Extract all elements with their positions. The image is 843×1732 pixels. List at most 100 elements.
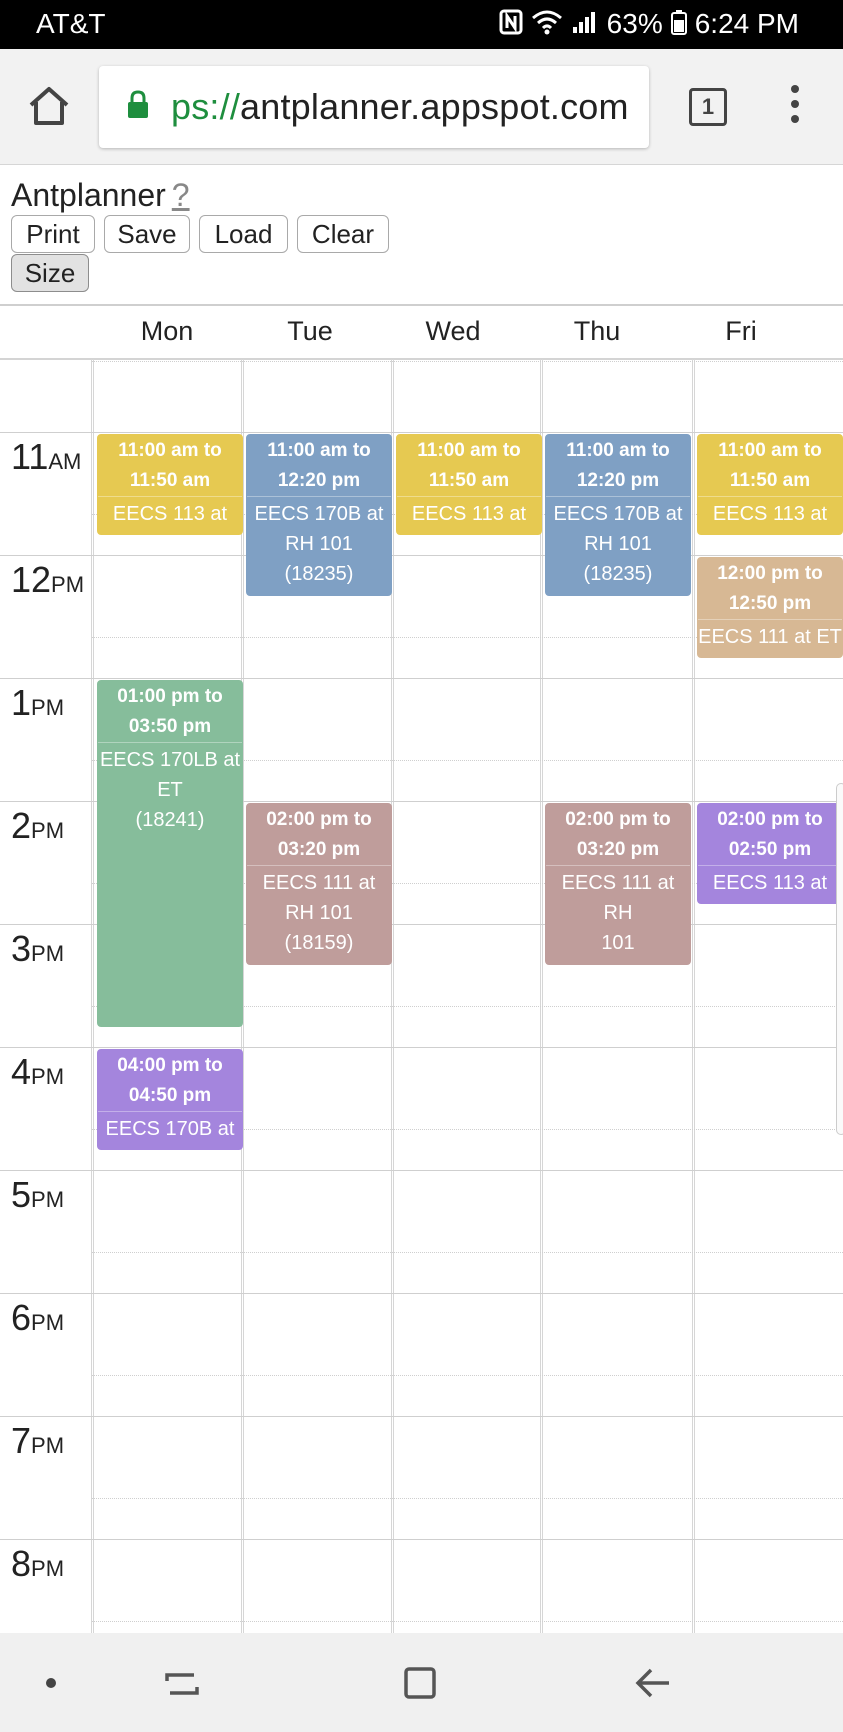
hour-label: 1PM [11, 682, 91, 724]
event-block[interactable]: 11:00 am to 11:50 am EECS 113 at [697, 434, 843, 535]
help-link[interactable]: ? [172, 177, 190, 213]
event-course: EECS 111 at RH 101 (18159) [546, 866, 690, 964]
hour-label: 5PM [11, 1174, 91, 1216]
half-hour-line [92, 360, 843, 362]
half-hour-line [92, 1497, 843, 1499]
home-square-icon[interactable] [400, 1663, 440, 1708]
status-icons: 63% 6:24 PM [499, 8, 799, 40]
event-time-start: 01:00 pm to [117, 686, 223, 707]
event-block[interactable]: 02:00 pm to 03:20 pm EECS 111 at RH 101 (181… [246, 803, 392, 965]
event-course-line: EECS 111 at RH [561, 872, 675, 924]
browser-toolbar: ps://antplanner.appspot.com 1 [0, 49, 843, 165]
url-text[interactable]: ps://antplanner.appspot.com [171, 86, 629, 128]
hour-label: 8PM [11, 1543, 91, 1585]
hour-meridiem: PM [31, 1187, 65, 1212]
hour-number: 8 [11, 1543, 32, 1584]
tab-switcher-button[interactable]: 1 [689, 88, 727, 126]
signal-icon [571, 9, 599, 39]
event-course-line: EECS 113 at [712, 503, 828, 525]
scrollbar-thumb[interactable] [836, 783, 843, 1135]
hour-label: 2PM [11, 805, 91, 847]
event-time-end: 12:20 pm [277, 470, 361, 491]
recent-apps-icon[interactable] [162, 1663, 202, 1708]
column-divider [91, 359, 94, 1633]
event-block[interactable]: 02:00 pm to 02:50 pm EECS 113 at [697, 803, 843, 904]
size-button[interactable]: Size [11, 254, 89, 292]
event-block[interactable]: 11:00 am to 12:20 pm EECS 170B at RH 101 (18… [545, 434, 691, 596]
hour-line [0, 678, 843, 679]
url-scheme: ps:// [171, 86, 241, 127]
event-time: 11:00 am to 11:50 am [397, 435, 541, 497]
event-time-start: 02:00 pm to [266, 809, 372, 830]
event-time-start: 11:00 am to [267, 440, 371, 461]
battery-icon [670, 9, 687, 39]
event-course: EECS 170B at RH 101 (18235) [546, 497, 690, 589]
hour-meridiem: PM [31, 1064, 65, 1089]
event-time: 01:00 pm to 03:50 pm [98, 681, 242, 743]
event-section-code: (18241) [135, 809, 205, 831]
event-block[interactable]: 02:00 pm to 03:20 pm EECS 111 at RH 101 (181… [545, 803, 691, 965]
hour-meridiem: PM [31, 818, 65, 843]
event-course-line: EECS 113 at [712, 872, 828, 894]
event-time-end: 11:50 am [428, 470, 510, 491]
hour-label: 11AM [11, 436, 91, 478]
event-course: EECS 111 at ET [698, 620, 842, 652]
event-time: 02:00 pm to 02:50 pm [698, 804, 842, 866]
app-name: Antplanner [11, 177, 166, 213]
home-icon[interactable] [26, 83, 72, 129]
event-block[interactable]: 11:00 am to 11:50 am EECS 113 at [97, 434, 243, 535]
back-arrow-icon[interactable] [633, 1663, 673, 1708]
more-vert-icon[interactable] [780, 85, 810, 129]
event-course-line: EECS 170B at [105, 1118, 235, 1140]
event-time: 11:00 am to 12:20 pm [546, 435, 690, 497]
nav-dot-icon[interactable] [46, 1678, 56, 1688]
hour-number: 11 [11, 436, 49, 477]
hour-line [0, 555, 843, 556]
event-course: EECS 170B at [98, 1112, 242, 1144]
save-button[interactable]: Save [104, 215, 190, 253]
hour-meridiem: PM [31, 695, 65, 720]
event-course: EECS 113 at [98, 497, 242, 529]
address-bar[interactable]: ps://antplanner.appspot.com [99, 66, 649, 148]
event-location: RH 101 [584, 533, 652, 555]
event-time-start: 02:00 pm to [565, 809, 671, 830]
hour-meridiem: AM [48, 449, 82, 474]
day-header-tue: Tue [287, 316, 333, 346]
event-course: EECS 113 at [397, 497, 541, 529]
event-time: 02:00 pm to 03:20 pm [247, 804, 391, 866]
event-time-end: 02:50 pm [728, 839, 812, 860]
hour-meridiem: PM [31, 1310, 65, 1335]
event-block[interactable]: 04:00 pm to 04:50 pm EECS 170B at [97, 1049, 243, 1150]
event-block[interactable]: 01:00 pm to 03:50 pm EECS 170LB at ET (18241… [97, 680, 243, 1027]
column-divider [540, 359, 543, 1633]
event-time-end: 11:50 am [729, 470, 811, 491]
week-calendar: Mon Tue Wed Thu Fri 11AM 12PM 1PM 2PM 3PM 4PM… [0, 304, 843, 1633]
event-course-line: EECS 170B at [553, 503, 683, 525]
event-time-start: 11:00 am to [417, 440, 521, 461]
hour-number: 3 [11, 928, 32, 969]
event-block[interactable]: 11:00 am to 11:50 am EECS 113 at [396, 434, 542, 535]
clear-button[interactable]: Clear [297, 215, 389, 253]
nfc-icon [499, 9, 523, 39]
event-time-end: 03:20 pm [576, 839, 660, 860]
day-header-wed: Wed [425, 316, 481, 346]
event-block[interactable]: 11:00 am to 12:20 pm EECS 170B at RH 101 (18… [246, 434, 392, 596]
hour-meridiem: PM [31, 1433, 65, 1458]
hour-label: 4PM [11, 1051, 91, 1093]
event-course: EECS 170B at RH 101 (18235) [247, 497, 391, 589]
event-course: EECS 170LB at ET (18241) [98, 743, 242, 835]
load-button[interactable]: Load [199, 215, 288, 253]
day-header-thu: Thu [573, 316, 621, 346]
print-button[interactable]: Print [11, 215, 95, 253]
event-section-code: (18159) [546, 958, 690, 964]
event-time-end: 04:50 pm [128, 1085, 212, 1106]
hour-meridiem: PM [51, 572, 85, 597]
event-location: RH 101 [285, 533, 353, 555]
hour-number: 7 [11, 1420, 32, 1461]
event-block[interactable]: 12:00 pm to 12:50 pm EECS 111 at ET [697, 557, 843, 658]
hour-label: 6PM [11, 1297, 91, 1339]
hour-label: 12PM [11, 559, 91, 601]
event-course-line: EECS 111 at [262, 872, 376, 894]
event-course: EECS 113 at [698, 497, 842, 529]
url-host: antplanner.appspot.com [240, 86, 629, 127]
